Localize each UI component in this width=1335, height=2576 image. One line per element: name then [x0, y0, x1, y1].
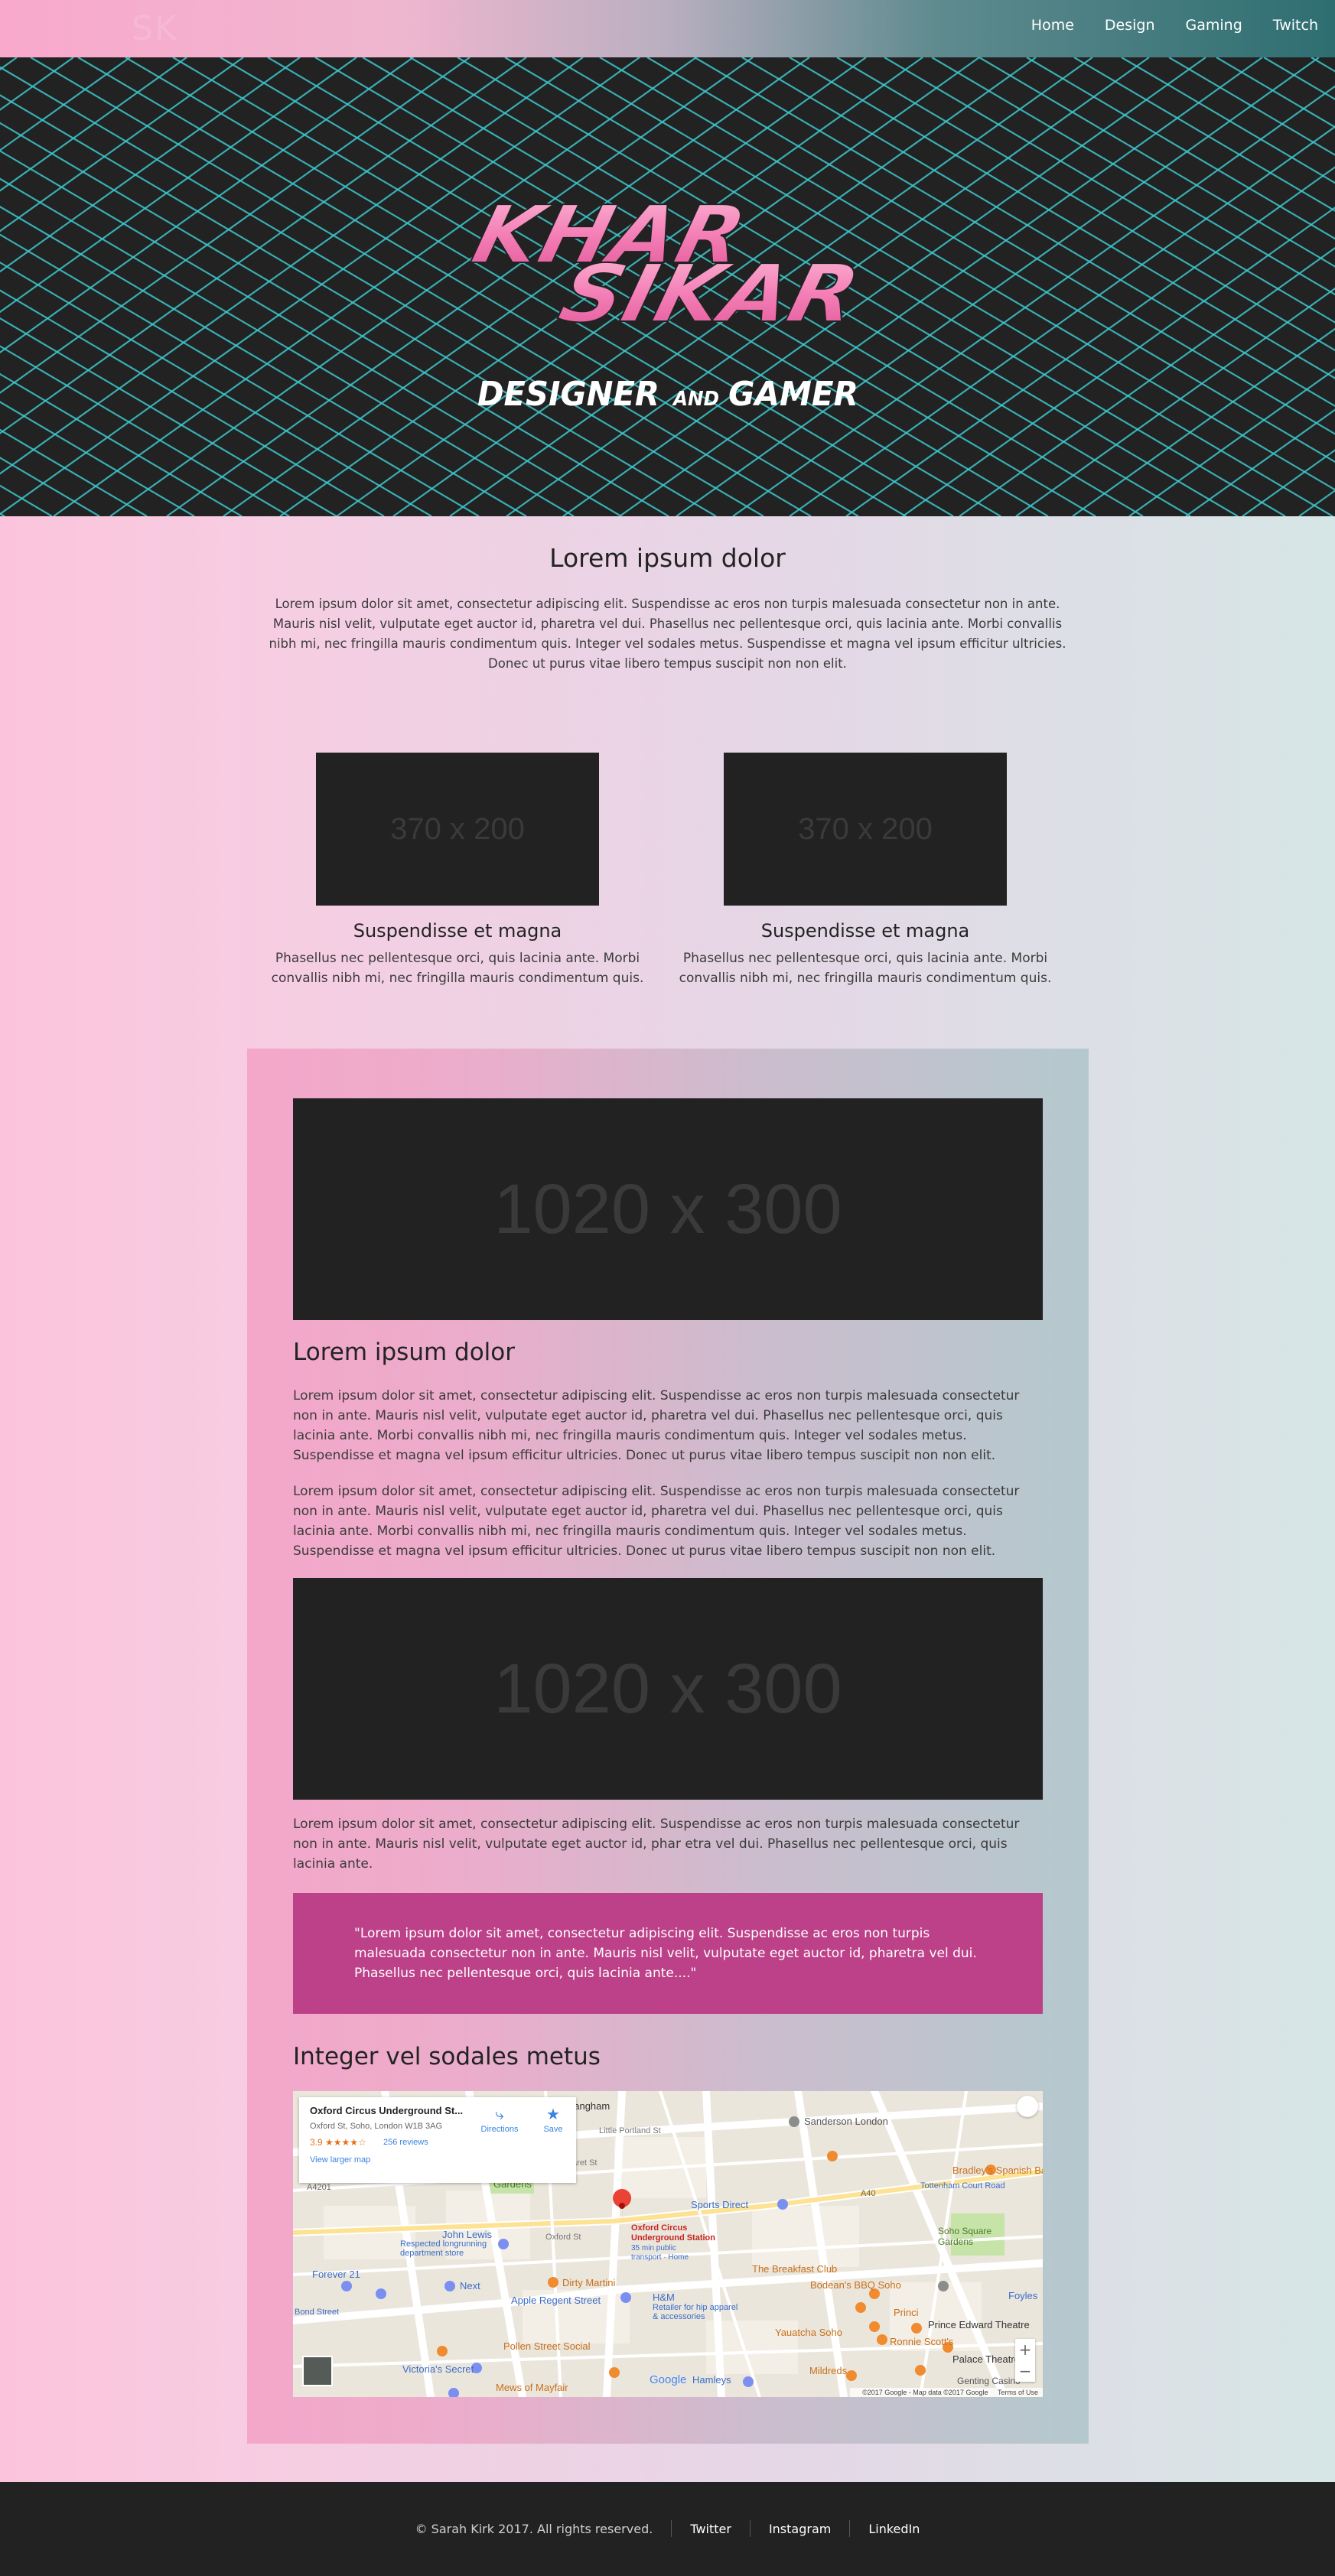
map-label-hm-desc: Retailer for hip apparel & accessories: [653, 2303, 738, 2321]
hero-banner: KHAR SIKAR DESIGNER AND GAMER: [0, 57, 1335, 516]
map-label-pollen-street: Pollen Street Social: [503, 2340, 591, 2352]
feature-title-2: Suspendisse et magna: [760, 920, 970, 942]
map-label-a40: A40: [861, 2189, 876, 2198]
map-attribution: ©2017 Google - Map data ©2017 Google Ter…: [850, 2388, 1043, 2397]
map-rating-stars: ★★★★☆: [325, 2137, 366, 2148]
hero-title-line2: SIKAR: [551, 247, 868, 340]
star-icon: ★: [546, 2106, 560, 2123]
feature-title-1: Suspendisse et magna: [353, 920, 562, 942]
nav-link-design[interactable]: Design: [1105, 17, 1155, 34]
footer-divider: [849, 2520, 851, 2537]
map-label-mews-mayfair: Mews of Mayfair: [496, 2382, 568, 2393]
map-label-bond-street: Bond Street: [295, 2308, 340, 2317]
map-reviews-link[interactable]: 256 reviews: [383, 2138, 428, 2147]
satellite-toggle[interactable]: [302, 2356, 333, 2386]
street-view-icon[interactable]: [1017, 2096, 1038, 2117]
map-label-apple: Apple Regent Street: [511, 2295, 601, 2306]
feature-text-1: Phasellus nec pellentesque orci, quis la…: [271, 951, 644, 986]
map-label-foyles: Foyles: [1008, 2290, 1038, 2301]
top-navigation: SK Home Design Gaming Twitch: [0, 0, 1335, 57]
feature-image-2: 370 x 200: [724, 753, 1007, 906]
map-attribution-text: ©2017 Google - Map data ©2017 Google: [862, 2389, 988, 2396]
footer-link-linkedin[interactable]: LinkedIn: [868, 2522, 920, 2536]
map-label-oxford-st: Oxford St: [545, 2233, 581, 2242]
map-label-princi: Princi: [894, 2307, 919, 2318]
map-label-genting: Genting Casino: [957, 2376, 1021, 2386]
quote-block: "Lorem ipsum dolor sit amet, consectetur…: [293, 1893, 1043, 2014]
site-logo[interactable]: SK: [132, 9, 178, 48]
map-label-victorias-secret: Victoria's Secret: [402, 2363, 474, 2375]
map-label-tottenham: Tottenham Court Road: [920, 2181, 1005, 2191]
map-place-name: Oxford Circus Underground St...: [310, 2105, 464, 2116]
directions-icon: ⤷: [495, 2106, 504, 2123]
footer-copyright: © Sarah Kirk 2017. All rights reserved.: [415, 2521, 653, 2536]
map-place-address: Oxford St, Soho, London W1B 3AG: [310, 2122, 443, 2131]
embedded-map[interactable]: Langham Sanderson London Gardens Bradley…: [293, 2091, 1043, 2397]
quote-text: "Lorem ipsum dolor sit amet, consectetur…: [354, 1926, 977, 1981]
map-label-dirty-martini: Dirty Martini: [562, 2277, 616, 2288]
article-paragraph-1: Lorem ipsum dolor sit amet, consectetur …: [293, 1388, 1020, 1463]
zoom-out-button[interactable]: −: [1015, 2360, 1035, 2382]
map-label-john-lewis-desc: Respected longrunning department store: [400, 2239, 487, 2258]
nav-link-home[interactable]: Home: [1031, 17, 1074, 34]
map-label-next: Next: [460, 2280, 480, 2291]
map-label-prince-edward: Prince Edward Theatre: [928, 2319, 1030, 2330]
map-label-john-lewis: John Lewis: [442, 2229, 493, 2240]
zoom-in-button[interactable]: +: [1015, 2339, 1035, 2360]
map-label-yauatcha: Yauatcha Soho: [775, 2327, 842, 2338]
feature-image-1: 370 x 200: [316, 753, 599, 906]
map-directions-button[interactable]: ⤷ Directions: [477, 2105, 523, 2134]
hero-subtitle-gamer: GAMER: [728, 375, 858, 414]
article-heading: Lorem ipsum dolor: [293, 1338, 515, 1366]
site-footer: © Sarah Kirk 2017. All rights reserved. …: [0, 2482, 1335, 2576]
map-save-button[interactable]: ★ Save: [538, 2105, 568, 2134]
footer-divider: [671, 2520, 672, 2537]
article-paragraph-3: Lorem ipsum dolor sit amet, consectetur …: [293, 1817, 1020, 1872]
hero-subtitle-and: AND: [672, 388, 719, 411]
hero-logotype: KHAR SIKAR DESIGNER AND GAMER: [463, 187, 869, 414]
map-marker-title: Oxford Circus Underground Station: [631, 2223, 715, 2243]
footer-link-twitter[interactable]: Twitter: [690, 2522, 731, 2536]
map-label-bodeans: Bodean's BBQ Soho: [810, 2279, 901, 2291]
nav-link-twitch[interactable]: Twitch: [1273, 17, 1318, 34]
map-rating-value: 3.9: [310, 2137, 323, 2148]
map-heading: Integer vel sodales metus: [293, 2043, 601, 2070]
map-label-bradleys: Bradley's Spanish Bar: [952, 2165, 1043, 2176]
article-paragraph-2: Lorem ipsum dolor sit amet, consectetur …: [293, 1484, 1020, 1559]
nav-link-gaming[interactable]: Gaming: [1186, 17, 1242, 34]
map-view-larger-link[interactable]: View larger map: [310, 2155, 370, 2165]
hero-subtitle-designer: DESIGNER: [477, 375, 659, 414]
zoom-controls: + −: [1015, 2339, 1035, 2382]
map-label-sports-direct: Sports Direct: [691, 2199, 749, 2210]
map-label-mildreds: Mildreds: [809, 2365, 848, 2376]
map-label-hm: H&M: [653, 2291, 675, 2303]
article-image-2: 1020 x 300: [293, 1578, 1043, 1800]
map-label-soho-square: Soho Square Gardens: [938, 2226, 992, 2247]
map-label-breakfast-club: The Breakfast Club: [752, 2263, 838, 2275]
map-place-rating: 3.9 ★★★★☆: [310, 2137, 366, 2148]
map-label-sanderson: Sanderson London: [804, 2116, 888, 2127]
map-place-card: Oxford Circus Underground St... Oxford S…: [299, 2097, 576, 2183]
map-label-hamleys: Hamleys: [692, 2374, 731, 2386]
map-label-a4201: A4201: [307, 2183, 331, 2192]
map-directions-label: Directions: [480, 2125, 519, 2134]
intro-text: Lorem ipsum dolor sit amet, consectetur …: [269, 597, 1066, 671]
map-label-ronnie-scotts: Ronnie Scott's: [890, 2336, 954, 2347]
map-label-little-portland: Little Portland St: [599, 2126, 661, 2135]
map-terms-link[interactable]: Terms of Use: [998, 2389, 1038, 2396]
footer-link-instagram[interactable]: Instagram: [769, 2522, 831, 2536]
article-image-1: 1020 x 300: [293, 1098, 1043, 1320]
nav-links: Home Design Gaming Twitch: [1031, 17, 1318, 34]
feature-text-2: Phasellus nec pellentesque orci, quis la…: [679, 951, 1052, 986]
google-logo: Google: [650, 2373, 687, 2386]
map-save-label: Save: [543, 2125, 563, 2134]
footer-divider: [749, 2520, 751, 2537]
intro-title: Lorem ipsum dolor: [549, 543, 786, 573]
map-marker-subtitle: 35 min public transport · Home: [631, 2244, 689, 2262]
footer-row: © Sarah Kirk 2017. All rights reserved. …: [0, 2520, 1335, 2537]
map-label-palace-theatre: Palace Theatre: [952, 2353, 1020, 2365]
map-label-forever21: Forever 21: [312, 2269, 360, 2280]
